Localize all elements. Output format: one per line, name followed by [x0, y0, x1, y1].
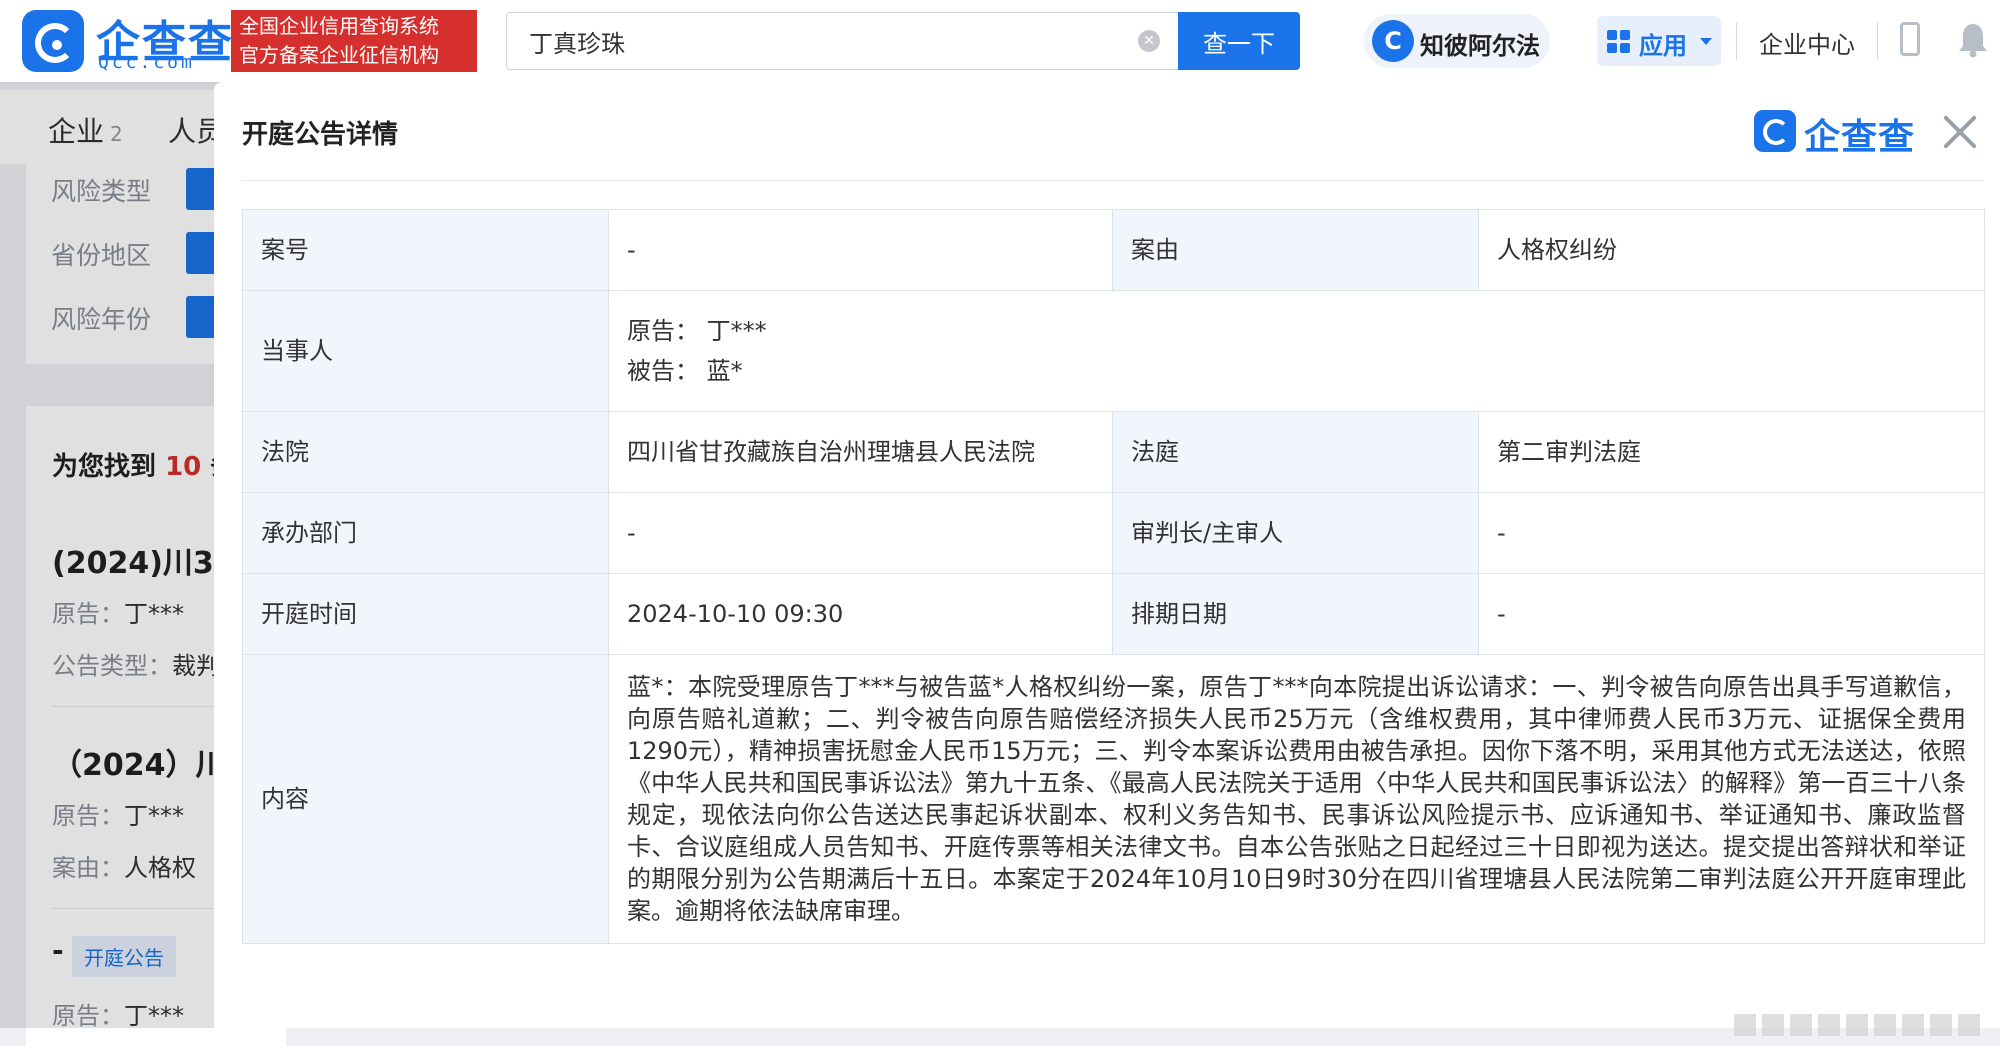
table-row: 法院 四川省甘孜藏族自治州理塘县人民法院 法庭 第二审判法庭: [242, 411, 1985, 493]
certification-badge: 全国企业信用查询系统 官方备案企业征信机构: [231, 10, 477, 72]
department-label: 承办部门: [242, 492, 609, 574]
close-icon[interactable]: [1938, 110, 1982, 154]
hearing-time-value: 2024-10-10 09:30: [608, 573, 1113, 655]
apps-menu-label: 应用: [1639, 32, 1687, 60]
table-row: 当事人 原告： 丁*** 被告： 蓝*: [242, 290, 1985, 412]
court-value: 四川省甘孜藏族自治州理塘县人民法院: [608, 411, 1113, 493]
schedule-date-label: 排期日期: [1112, 573, 1479, 655]
tribunal-value: 第二审判法庭: [1478, 411, 1985, 493]
ai-logo-icon: C: [1372, 20, 1414, 62]
court-label: 法院: [242, 411, 609, 493]
divider: [1877, 22, 1878, 60]
ai-assistant-label: 知彼阿尔法: [1420, 32, 1540, 60]
tribunal-label: 法庭: [1112, 411, 1479, 493]
search-input[interactable]: [506, 12, 1178, 70]
table-row: 开庭时间 2024-10-10 09:30 排期日期 -: [242, 573, 1985, 655]
ai-assistant-button[interactable]: C 知彼阿尔法: [1364, 14, 1550, 68]
defendant-value: 被告： 蓝*: [627, 357, 743, 385]
search-clear-icon[interactable]: ✕: [1138, 30, 1160, 52]
detail-table: 案号 - 案由 人格权纠纷 当事人 原告： 丁*** 被告： 蓝* 法院 四川省…: [242, 209, 1985, 944]
table-row: 承办部门 - 审判长/主审人 -: [242, 492, 1985, 574]
case-number-value: -: [608, 209, 1113, 291]
parties-value: 原告： 丁*** 被告： 蓝*: [608, 290, 1985, 412]
cause-value: 人格权纠纷: [1478, 209, 1985, 291]
hearing-notice-modal: 开庭公告详情 企查查 案号 - 案由 人格权纠纷 当事人 原告： 丁*** 被告…: [214, 82, 2000, 1036]
chevron-down-icon: [1700, 38, 1712, 45]
apps-menu-button[interactable]: 应用: [1597, 16, 1721, 66]
judge-value: -: [1478, 492, 1985, 574]
enterprise-center-link[interactable]: 企业中心: [1759, 25, 1855, 60]
content-value: 蓝*：本院受理原告丁***与被告蓝*人格权纠纷一案，原告丁***向本院提出诉讼请…: [608, 654, 1985, 944]
phone-icon[interactable]: [1900, 22, 1920, 56]
badge-line-1: 全国企业信用查询系统: [239, 14, 439, 38]
case-number-label: 案号: [242, 209, 609, 291]
watermark: [1734, 1014, 1984, 1036]
modal-title: 开庭公告详情: [242, 120, 399, 150]
badge-line-2: 官方备案企业征信机构: [239, 43, 439, 67]
search-button[interactable]: 查一下: [1178, 12, 1300, 70]
schedule-date-value: -: [1478, 573, 1985, 655]
logo-domain: Qcc.com: [98, 52, 195, 73]
divider: [1736, 22, 1737, 60]
modal-logo-name: 企查查: [1804, 117, 1916, 158]
department-value: -: [608, 492, 1113, 574]
content-label: 内容: [242, 654, 609, 944]
qcc-logo-icon: [1754, 110, 1796, 152]
top-bar: 企查查 Qcc.com 全国企业信用查询系统 官方备案企业征信机构 ✕ 查一下 …: [0, 0, 2000, 83]
cause-label: 案由: [1112, 209, 1479, 291]
table-row: 内容 蓝*：本院受理原告丁***与被告蓝*人格权纠纷一案，原告丁***向本院提出…: [242, 654, 1985, 944]
parties-label: 当事人: [242, 290, 609, 412]
bell-icon[interactable]: [1958, 22, 1988, 58]
qcc-logo-icon[interactable]: [22, 10, 84, 72]
divider: [242, 180, 1984, 181]
judge-label: 审判长/主审人: [1112, 492, 1479, 574]
table-row: 案号 - 案由 人格权纠纷: [242, 209, 1985, 291]
plaintiff-value: 原告： 丁***: [627, 317, 767, 345]
grid-icon: [1607, 30, 1631, 54]
modal-logo: 企查查: [1754, 106, 1924, 158]
hearing-time-label: 开庭时间: [242, 573, 609, 655]
